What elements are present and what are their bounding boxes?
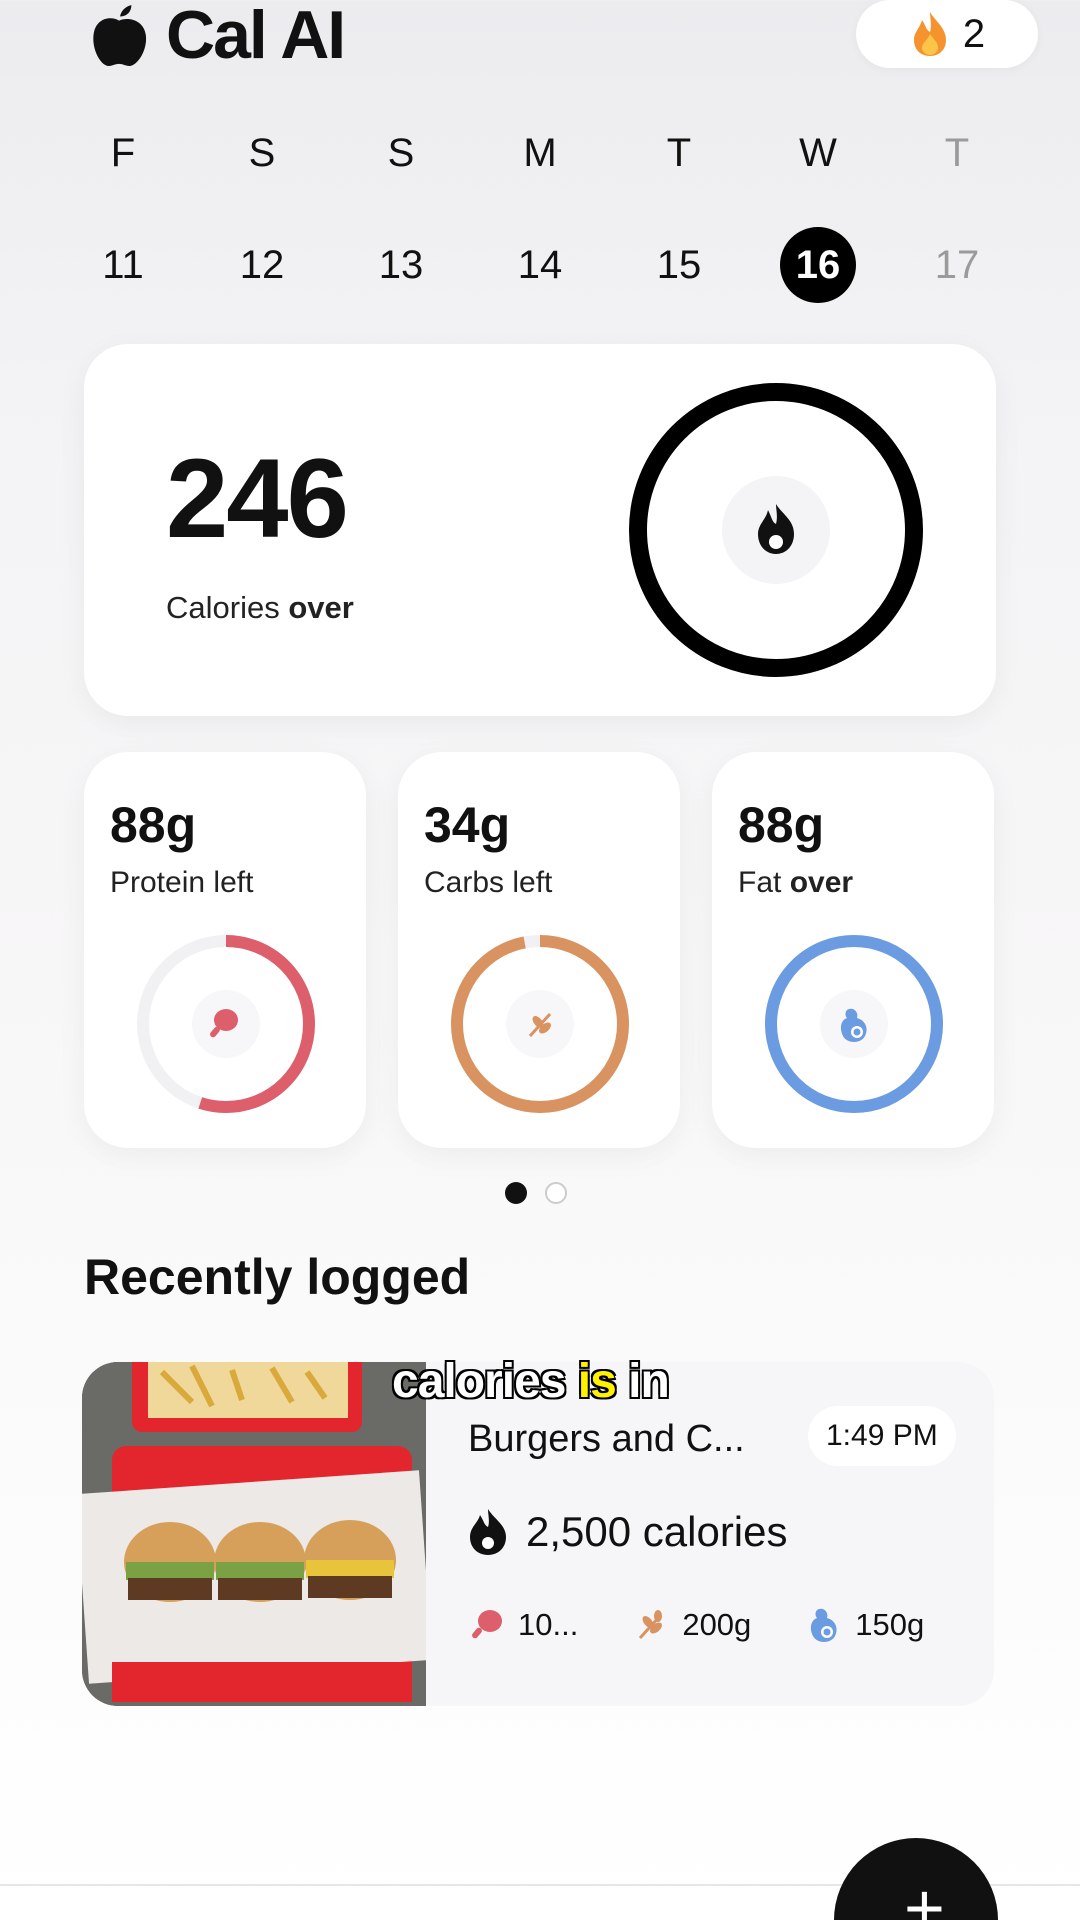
day-letter: W [799, 131, 837, 175]
day-letter: M [523, 131, 557, 175]
day-letter: F [110, 131, 136, 175]
macro-card-protein[interactable]: 88g Protein left [84, 752, 366, 1148]
day-5[interactable]: W 16 [773, 128, 863, 304]
calories-label: Calories over [166, 590, 354, 625]
macro-ring [137, 935, 315, 1113]
apple-logo-icon [93, 5, 147, 66]
meal-name: Burgers and C... [468, 1418, 745, 1460]
app-title: Cal AI [166, 0, 346, 73]
logged-meal-card[interactable]: Burgers and C... 1:49 PM 2,500 calories … [82, 1362, 994, 1706]
avocado-icon [811, 1608, 837, 1642]
day-6[interactable]: T 17 [912, 128, 1002, 304]
page-indicator[interactable] [505, 1182, 567, 1204]
macro-label: Carbs left [424, 866, 553, 899]
macro-card-carbs[interactable]: 34g Carbs left [398, 752, 680, 1148]
day-2[interactable]: S 13 [356, 128, 446, 304]
page-dot-active[interactable] [505, 1182, 527, 1204]
add-entry-button[interactable]: + [834, 1838, 998, 1920]
video-caption: calories is in [391, 1354, 671, 1409]
meal-photo [82, 1362, 426, 1706]
wheat-icon [639, 1610, 663, 1640]
meal-calories: 2,500 calories [468, 1508, 788, 1556]
meal-fat: 150g [855, 1607, 925, 1642]
flame-icon [470, 1509, 506, 1555]
streak-badge[interactable]: 2 [856, 0, 1038, 68]
calories-card[interactable]: 246 Calories over [84, 344, 996, 716]
streak-count: 2 [962, 11, 986, 56]
day-date: 17 [934, 243, 980, 287]
day-letter: T [944, 131, 970, 175]
day-4[interactable]: T 15 [634, 128, 724, 304]
recently-logged-title: Recently logged [84, 1249, 471, 1305]
day-0[interactable]: F 11 [78, 128, 168, 304]
macro-label: Protein left [110, 866, 254, 899]
day-3[interactable]: M 14 [495, 128, 585, 304]
day-date: 11 [102, 243, 144, 287]
calories-value: 246 [166, 436, 349, 561]
day-letter: S [248, 131, 276, 175]
macro-value: 88g [738, 797, 825, 853]
flame-icon [913, 12, 946, 56]
macro-value: 34g [424, 797, 511, 853]
plus-icon: + [904, 1869, 945, 1920]
day-date: 13 [378, 243, 424, 287]
day-1[interactable]: S 12 [217, 128, 307, 304]
meal-protein: 10... [518, 1607, 579, 1642]
drumstick-icon [472, 1610, 502, 1639]
macro-card-fat[interactable]: 88g Fat over [712, 752, 994, 1148]
meal-calories-value: 2,500 calories [526, 1508, 788, 1555]
page-dot[interactable] [545, 1182, 567, 1204]
day-date: 12 [239, 243, 285, 287]
macro-value: 88g [110, 797, 197, 853]
calories-ring [629, 383, 923, 677]
meal-time: 1:49 PM [808, 1406, 956, 1466]
day-date: 14 [517, 243, 563, 287]
macro-ring [765, 935, 943, 1113]
day-letter: S [387, 131, 415, 175]
meal-carbs: 200g [682, 1607, 752, 1642]
macro-ring [451, 935, 629, 1113]
app-brand: Cal AI [86, 0, 346, 73]
macro-label: Fat over [738, 866, 854, 899]
day-date: 16 [773, 226, 863, 304]
meal-macros: 10... 200g 150g [468, 1606, 924, 1644]
day-date: 15 [656, 243, 702, 287]
day-letter: T [666, 131, 692, 175]
